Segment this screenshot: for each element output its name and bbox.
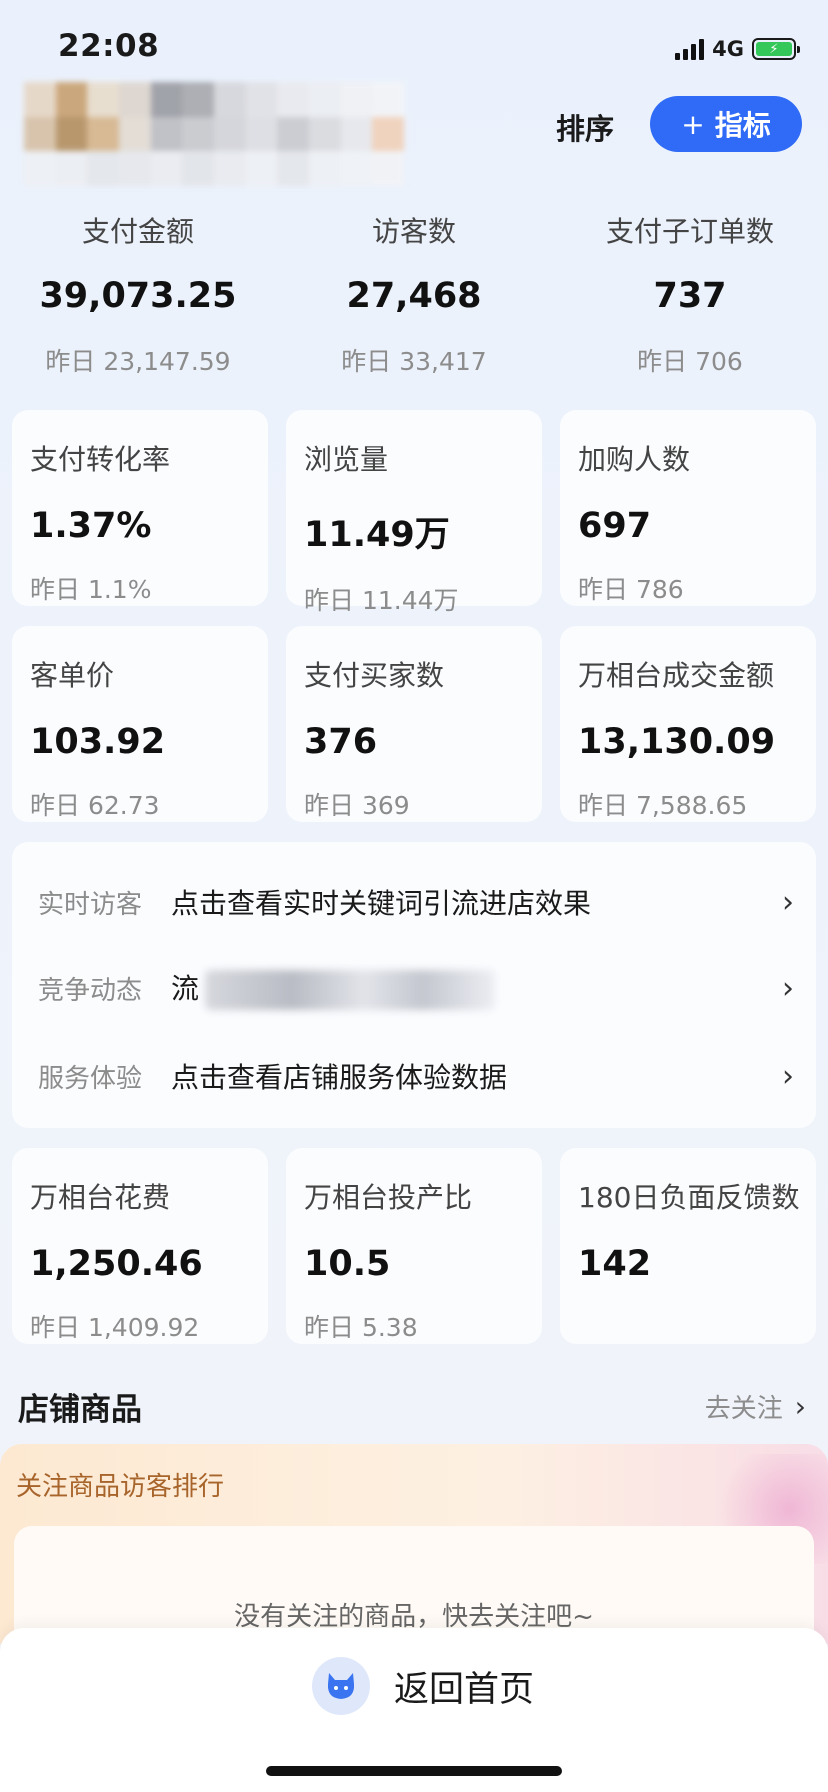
card-value: 376 <box>304 722 378 762</box>
card-negative-feedback[interactable]: 180日负面反馈数 142 <box>560 1148 816 1344</box>
card-yesterday: 昨日 1.1% <box>30 575 152 604</box>
card-value: 1,250.46 <box>30 1244 203 1284</box>
add-metric-label: 指标 <box>714 109 771 142</box>
info-panel: 实时访客 点击查看实时关键词引流进店效果 › 竞争动态 流 › 服务体验 点击查… <box>12 842 816 1128</box>
back-to-home-label: 返回首页 <box>394 1669 535 1710</box>
bottom-bar: 返回首页 <box>0 1628 828 1792</box>
card-label: 万相台花费 <box>30 1181 171 1214</box>
network-type: 4G <box>712 37 744 61</box>
chevron-right-icon: › <box>782 970 794 1006</box>
info-text: 流 <box>171 971 200 1005</box>
metric-value: 27,468 <box>346 276 482 316</box>
sort-button[interactable]: 排序 <box>556 106 614 148</box>
card-label: 支付买家数 <box>304 659 445 692</box>
card-wanxiangtai-roi[interactable]: 万相台投产比 10.5 昨日 5.38 <box>286 1148 542 1344</box>
shop-name-redacted <box>24 82 404 186</box>
metric-yesterday: 昨日 33,417 <box>341 347 487 376</box>
chevron-right-icon: › <box>794 1390 806 1423</box>
info-label: 实时访客 <box>38 889 143 920</box>
status-time: 22:08 <box>58 28 160 64</box>
plus-icon: + <box>681 107 705 141</box>
card-label: 支付转化率 <box>30 443 171 476</box>
card-label: 万相台投产比 <box>304 1181 473 1214</box>
info-text: 点击查看店铺服务体验数据 <box>171 1061 508 1094</box>
metric-label: 支付子订单数 <box>605 215 774 248</box>
info-text: 点击查看实时关键词引流进店效果 <box>171 887 592 920</box>
info-row-service-experience[interactable]: 服务体验 点击查看店铺服务体验数据 › <box>12 1046 816 1106</box>
metric-label: 支付金额 <box>81 215 194 248</box>
card-conversion-rate[interactable]: 支付转化率 1.37% 昨日 1.1% <box>12 410 268 606</box>
chevron-right-icon: › <box>782 1058 794 1094</box>
metric-sub-orders[interactable]: 支付子订单数 737 昨日 706 <box>552 210 828 378</box>
card-label: 万相台成交金额 <box>578 659 775 692</box>
signal-icon <box>675 38 705 60</box>
chevron-right-icon: › <box>782 884 794 920</box>
card-wanxiangtai-gmv[interactable]: 万相台成交金额 13,130.09 昨日 7,588.65 <box>560 626 816 822</box>
metric-value: 39,073.25 <box>39 276 237 316</box>
metric-yesterday: 昨日 706 <box>637 347 743 376</box>
back-to-home-button[interactable]: 返回首页 <box>312 1656 534 1716</box>
metric-visitors[interactable]: 访客数 27,468 昨日 33,417 <box>276 210 552 378</box>
go-follow-link[interactable]: 去关注 › <box>705 1388 806 1425</box>
top-metrics: 支付金额 39,073.25 昨日 23,147.59 访客数 27,468 昨… <box>0 210 828 376</box>
home-indicator[interactable] <box>266 1766 562 1776</box>
card-paying-buyers[interactable]: 支付买家数 376 昨日 369 <box>286 626 542 822</box>
card-value: 13,130.09 <box>578 722 776 762</box>
card-value: 697 <box>578 506 652 546</box>
card-label: 180日负面反馈数 <box>578 1181 800 1214</box>
go-follow-label: 去关注 <box>704 1394 783 1424</box>
info-text-wrap: 流 <box>171 967 496 1010</box>
card-label: 浏览量 <box>304 443 389 476</box>
metric-pay-amount[interactable]: 支付金额 39,073.25 昨日 23,147.59 <box>0 210 276 378</box>
info-row-realtime-visitors[interactable]: 实时访客 点击查看实时关键词引流进店效果 › <box>12 872 816 932</box>
followed-goods-panel: 关注商品访客排行 没有关注的商品，快去关注吧~ <box>0 1444 828 1726</box>
info-label: 竞争动态 <box>38 975 143 1006</box>
card-yesterday: 昨日 11.44万 <box>304 586 459 615</box>
card-yesterday: 昨日 7,588.65 <box>578 791 748 820</box>
card-yesterday: 昨日 786 <box>578 575 684 604</box>
metric-label: 访客数 <box>371 215 456 248</box>
battery-icon: ⚡ <box>752 38 800 60</box>
add-metric-button[interactable]: + 指标 <box>650 96 802 152</box>
card-yesterday: 昨日 1,409.92 <box>30 1313 200 1342</box>
card-label: 加购人数 <box>578 443 691 476</box>
card-page-views[interactable]: 浏览量 11.49万 昨日 11.44万 <box>286 410 542 615</box>
card-value: 142 <box>578 1244 652 1284</box>
card-wanxiangtai-spend[interactable]: 万相台花费 1,250.46 昨日 1,409.92 <box>12 1148 268 1344</box>
card-value: 10.5 <box>304 1244 391 1284</box>
card-value: 103.92 <box>30 722 166 762</box>
followed-goods-title: 关注商品访客排行 <box>16 1472 225 1502</box>
card-value: 11.49万 <box>304 515 450 555</box>
mascot-icon <box>312 1657 370 1715</box>
info-row-competition[interactable]: 竞争动态 流 › <box>12 958 816 1018</box>
card-yesterday: 昨日 369 <box>304 791 410 820</box>
card-label: 客单价 <box>30 659 115 692</box>
metric-value: 737 <box>653 276 727 316</box>
redacted-text <box>205 969 496 1010</box>
card-value: 1.37% <box>30 506 152 546</box>
section-title-store-goods: 店铺商品 <box>18 1392 142 1428</box>
card-yesterday: 昨日 62.73 <box>30 791 160 820</box>
metric-yesterday: 昨日 23,147.59 <box>45 347 231 376</box>
info-label: 服务体验 <box>38 1063 143 1094</box>
status-indicators: 4G ⚡ <box>675 34 800 64</box>
card-add-to-cart[interactable]: 加购人数 697 昨日 786 <box>560 410 816 606</box>
card-yesterday: 昨日 5.38 <box>304 1313 418 1342</box>
card-avg-order-value[interactable]: 客单价 103.92 昨日 62.73 <box>12 626 268 822</box>
